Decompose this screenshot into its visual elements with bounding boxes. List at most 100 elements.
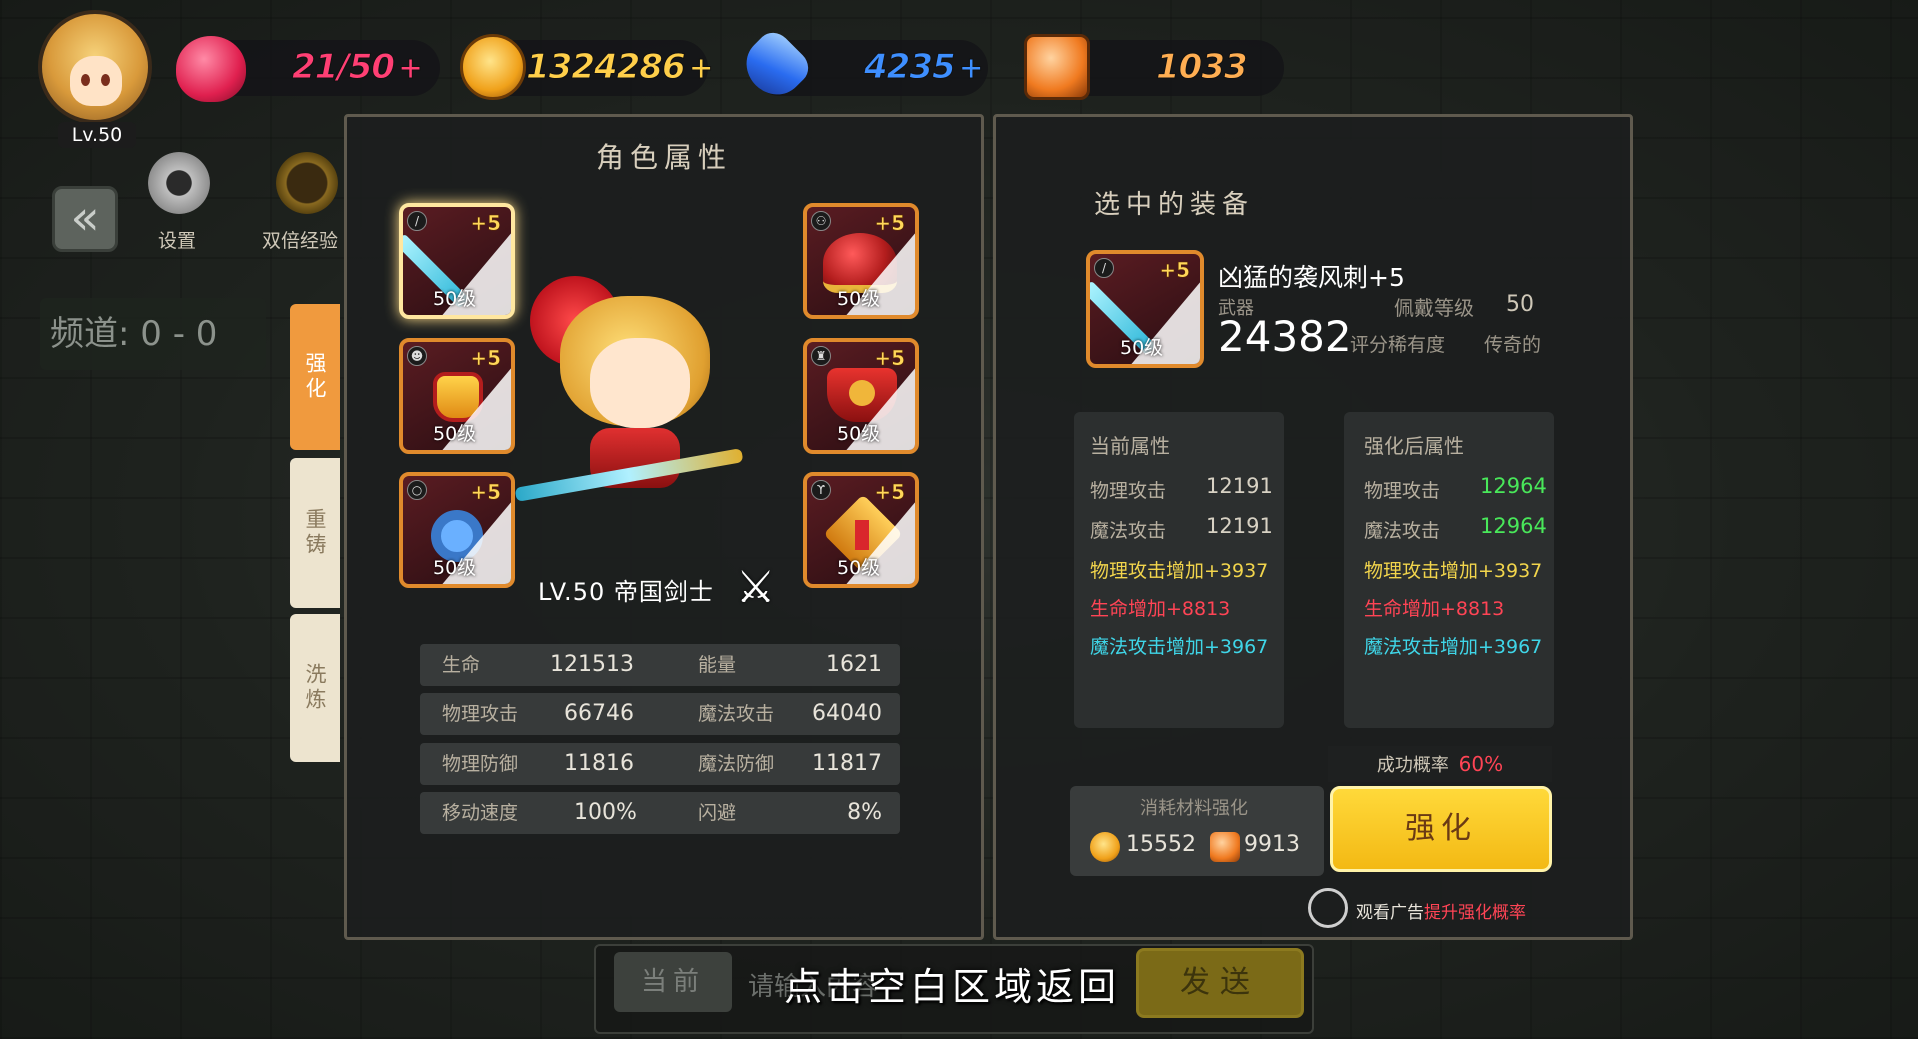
slot-enhance-level: +5	[1159, 258, 1190, 283]
stat-label: 移动速度	[442, 802, 519, 824]
slot-enhance-level: +5	[470, 480, 501, 505]
success-rate-value: 60%	[1458, 752, 1504, 776]
stat-label: 闪避	[698, 802, 737, 824]
after-attributes-header: 强化后属性	[1364, 434, 1464, 458]
player-level-badge: Lv.50	[58, 122, 136, 148]
stamina-plus-button[interactable]: +	[398, 51, 424, 87]
stat-value: 64040	[812, 701, 882, 726]
stat-value: 11817	[812, 751, 882, 776]
item-rarity: 传奇的	[1484, 334, 1542, 356]
cost-crystal: 9913	[1244, 832, 1300, 857]
stat-row: 物理攻击 66746 魔法攻击 64040	[420, 693, 900, 735]
current-bonus-mag: 魔法攻击增加+3967	[1090, 636, 1269, 658]
tap-blank-to-return-hint: 点击空白区域返回	[784, 965, 1121, 1009]
tab-enhance[interactable]: 强化	[290, 304, 340, 450]
stat-row: 物理防御 11816 魔法防御 11817	[420, 743, 900, 785]
character-panel-title: 角色属性	[596, 141, 733, 174]
current-bonus-phys: 物理攻击增加+3937	[1090, 560, 1269, 582]
back-button[interactable]: «	[52, 186, 118, 252]
armor-type-icon: ♜	[811, 346, 831, 366]
hero-face	[590, 338, 690, 428]
after-phys-attack: 12964	[1480, 474, 1547, 498]
watch-ad-checkbox[interactable]	[1308, 888, 1348, 928]
gold-crown-coin-icon	[1090, 832, 1120, 862]
material-cost-box: 消耗材料强化 15552 9913	[1070, 786, 1324, 876]
slot-enhance-level: +5	[874, 480, 905, 505]
current-mag-attack: 12191	[1206, 514, 1273, 538]
slot-item-level: 50级	[433, 557, 477, 579]
gear-icon[interactable]	[148, 152, 210, 214]
double-exp-icon[interactable]	[276, 152, 338, 214]
ring-type-icon: ○	[407, 480, 427, 500]
mag-attack-label: 魔法攻击	[1090, 520, 1167, 542]
accessory-type-icon: ☻	[407, 346, 427, 366]
equip-slot-armor[interactable]: ♜ +5 50级	[803, 338, 919, 454]
stamina-value[interactable]: 21/50 +	[291, 44, 424, 90]
double-exp-label[interactable]: 双倍经验	[262, 226, 338, 253]
hero-character	[514, 268, 760, 548]
equip-slot-ring[interactable]: ○ +5 50级	[399, 472, 515, 588]
tab-reforge[interactable]: 重铸	[290, 458, 340, 608]
stat-label: 能量	[698, 654, 737, 676]
selected-item-slot: / +5 50级	[1086, 250, 1204, 368]
send-button[interactable]: 发送	[1136, 948, 1304, 1018]
stat-label: 物理攻击	[442, 703, 519, 725]
selected-equipment-title: 选中的装备	[1094, 190, 1255, 220]
stat-row: 生命 121513 能量 1621	[420, 644, 900, 686]
slot-item-level: 50级	[837, 288, 881, 310]
watch-ad-label[interactable]: 观看广告提升强化概率	[1356, 898, 1526, 923]
gold-value[interactable]: 1324286 +	[526, 44, 715, 90]
slot-enhance-level: +5	[874, 211, 905, 236]
weapon-type-icon: /	[1094, 258, 1114, 278]
necklace-type-icon: ϒ	[811, 480, 831, 500]
crossed-swords-icon: ⚔	[736, 562, 776, 613]
diamond-plus-button[interactable]: +	[958, 51, 984, 87]
slot-item-level: 50级	[837, 557, 881, 579]
gold-crown-coin-icon	[460, 34, 526, 100]
orange-crystal-icon	[1210, 832, 1240, 862]
equip-slot-helmet[interactable]: ⚇ +5 50级	[803, 203, 919, 319]
orange-crystal-icon	[1024, 34, 1090, 100]
cost-header: 消耗材料强化	[1140, 798, 1248, 819]
stat-value: 11816	[564, 751, 634, 776]
phys-attack-label: 物理攻击	[1090, 480, 1167, 502]
phys-attack-label: 物理攻击	[1364, 480, 1441, 502]
settings-label[interactable]: 设置	[158, 226, 196, 253]
current-bonus-hp: 生命增加+8813	[1090, 598, 1231, 620]
success-rate-label: 成功概率	[1376, 755, 1449, 776]
equip-slot-weapon[interactable]: / +5 50级	[399, 203, 515, 319]
hero-title: LV.50 帝国剑士	[538, 578, 714, 606]
diamond-value[interactable]: 4235 +	[864, 44, 985, 90]
weapon-type-icon: /	[407, 211, 427, 231]
gold-plus-button[interactable]: +	[688, 51, 714, 87]
stat-row: 移动速度 100% 闪避 8%	[420, 792, 900, 834]
slot-enhance-level: +5	[470, 211, 501, 236]
tab-refine[interactable]: 洗炼	[290, 614, 340, 762]
stat-value: 66746	[564, 701, 634, 726]
channel-indicator[interactable]: 频道: 0 - 0	[40, 298, 266, 370]
equip-slot-accessory[interactable]: ☻ +5 50级	[399, 338, 515, 454]
equip-slot-necklace[interactable]: ϒ +5 50级	[803, 472, 919, 588]
wear-level-label: 佩戴等级	[1394, 296, 1474, 320]
wear-level-value: 50	[1506, 292, 1534, 317]
stat-label: 魔法攻击	[698, 703, 775, 725]
slot-item-level: 50级	[433, 288, 477, 310]
heart-icon	[176, 36, 246, 102]
score-rarity-label: 评分稀有度	[1350, 334, 1446, 356]
mag-attack-label: 魔法攻击	[1364, 520, 1441, 542]
slot-item-level: 50级	[837, 423, 881, 445]
stat-value: 121513	[550, 652, 634, 677]
after-bonus-hp: 生命增加+8813	[1364, 598, 1505, 620]
stat-value: 100%	[574, 800, 637, 825]
after-bonus-mag: 魔法攻击增加+3967	[1364, 636, 1543, 658]
enhance-button[interactable]: 强化	[1330, 786, 1552, 872]
slot-item-level: 50级	[433, 423, 477, 445]
chat-channel-tab[interactable]: 当前	[614, 952, 732, 1012]
slot-enhance-level: +5	[874, 346, 905, 371]
player-avatar[interactable]	[38, 10, 152, 124]
current-phys-attack: 12191	[1206, 474, 1273, 498]
stat-value: 1621	[826, 652, 882, 677]
after-mag-attack: 12964	[1480, 514, 1547, 538]
after-bonus-phys: 物理攻击增加+3937	[1364, 560, 1543, 582]
item-score: 24382	[1218, 312, 1352, 361]
